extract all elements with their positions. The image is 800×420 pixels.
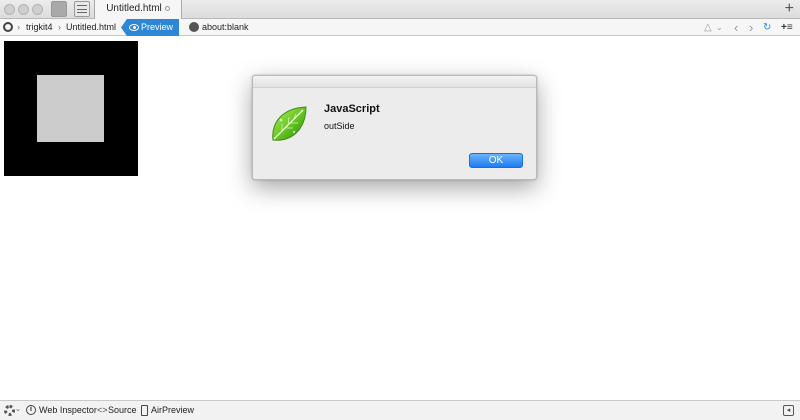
leaf-icon: [272, 106, 307, 141]
layout-icon[interactable]: [74, 1, 90, 17]
gear-icon[interactable]: [4, 405, 15, 416]
dialog-message: outSide: [324, 121, 355, 131]
preview-label: Preview: [141, 22, 174, 32]
dialog-title: JavaScript: [324, 103, 380, 115]
source-button[interactable]: Source: [108, 401, 137, 419]
collapse-icon[interactable]: ◂: [783, 405, 794, 416]
sidebar-toggle-icon[interactable]: [51, 1, 67, 17]
more-options-button[interactable]: +≡: [781, 19, 793, 36]
airpreview-button[interactable]: AirPreview: [151, 401, 194, 419]
new-tab-button[interactable]: +: [785, 0, 794, 18]
preview-tab[interactable]: Preview: [121, 19, 179, 36]
chevron-down-icon[interactable]: ⌄: [15, 401, 21, 419]
tab-unsaved-dot-icon: [164, 5, 170, 11]
ok-button[interactable]: OK: [469, 153, 523, 168]
code-icon: <>: [97, 405, 108, 415]
chevron-right-icon: ›: [58, 22, 61, 32]
info-icon: i: [26, 405, 36, 415]
reload-icon[interactable]: ↻: [763, 19, 771, 36]
tab-untitled[interactable]: Untitled.html: [94, 0, 182, 19]
close-window-button[interactable]: [4, 4, 15, 15]
status-bar: ⌄ i Web Inspector <> Source AirPreview ◂: [0, 400, 800, 420]
back-button[interactable]: ‹: [734, 19, 738, 36]
web-inspector-button[interactable]: Web Inspector: [39, 401, 97, 419]
tab-title: Untitled.html: [106, 3, 162, 14]
zoom-window-button[interactable]: [32, 4, 43, 15]
dialog-titlebar: [253, 76, 536, 88]
phone-icon: [141, 405, 148, 416]
inner-grey-square[interactable]: [37, 75, 104, 142]
view-options-icon[interactable]: [3, 22, 13, 32]
warning-icon[interactable]: △: [704, 19, 712, 36]
eye-icon: [129, 24, 139, 31]
url-field[interactable]: about:blank: [202, 19, 249, 36]
minimize-window-button[interactable]: [18, 4, 29, 15]
chevron-down-icon[interactable]: ⌄: [716, 19, 723, 36]
alert-dialog: JavaScript outSide OK: [252, 75, 537, 180]
path-bar: › trigkit4 › Untitled.html Preview about…: [0, 19, 800, 36]
breadcrumb-project[interactable]: trigkit4: [26, 19, 53, 36]
window-titlebar: Untitled.html +: [0, 0, 800, 19]
forward-button[interactable]: ›: [749, 19, 753, 36]
chevron-right-icon: ›: [17, 22, 20, 32]
globe-icon: [189, 22, 199, 32]
breadcrumb-file[interactable]: Untitled.html: [66, 19, 116, 36]
